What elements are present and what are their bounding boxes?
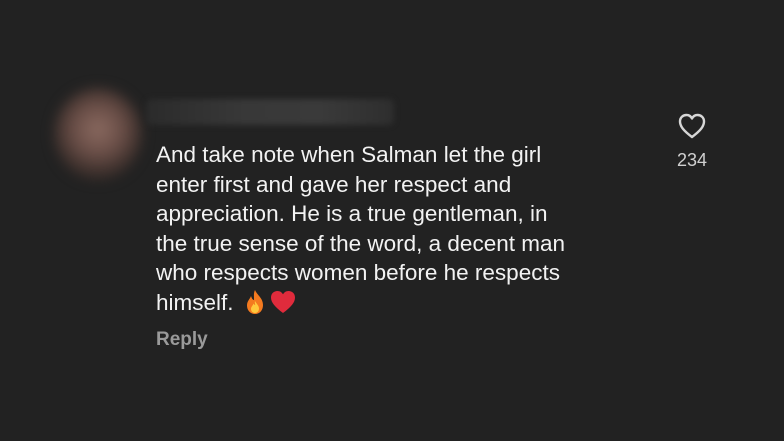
comment-body: And take note when Salman let the girl e… (156, 140, 636, 317)
comment-line-1: And take note when Salman let the girl (156, 142, 542, 167)
heart-outline-icon[interactable] (664, 112, 720, 140)
red-heart-emoji-icon (269, 289, 297, 315)
like-button[interactable]: 234 (664, 112, 720, 171)
comment-line-5: who respects women before he respects (156, 260, 560, 285)
comment-line-2: enter first and gave her respect and (156, 171, 512, 197)
reply-button[interactable]: Reply (156, 329, 208, 351)
fire-emoji-icon (244, 289, 266, 315)
comment-line-4: the true sense of the word, a decent man (156, 230, 565, 256)
comment-line-6: himself. (156, 289, 234, 315)
emoji-group (244, 288, 297, 318)
like-count: 234 (676, 150, 708, 170)
comment-username[interactable] (146, 99, 394, 125)
comment-line-3: appreciation. He is a true gentleman, in (156, 201, 548, 226)
comment-avatar[interactable] (54, 88, 142, 180)
